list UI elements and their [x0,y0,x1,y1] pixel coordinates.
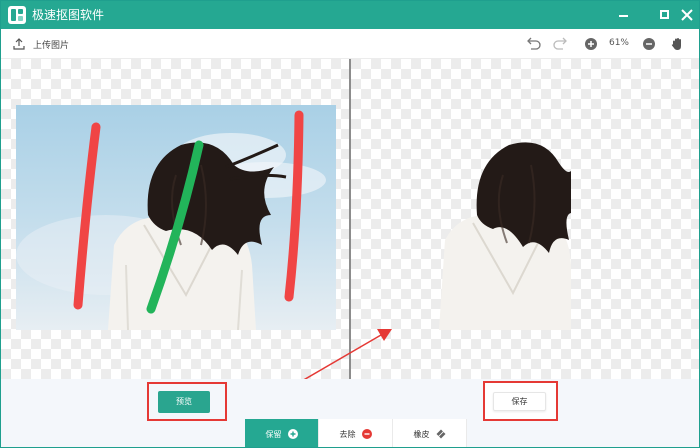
undo-icon [527,37,541,50]
bottom-panel: 预览 保存 保留 去除 橡皮 [1,379,699,447]
save-highlight-frame: 保存 [483,381,558,421]
save-button[interactable]: 保存 [493,392,546,411]
toolbar: 上传图片 61% [1,29,699,59]
mode-eraser-label: 橡皮 [413,429,430,439]
minimize-icon [619,15,628,17]
zoom-level: 61% [608,38,629,48]
mode-keep-label: 保留 [265,429,282,439]
app-window: 极速抠图软件 上传图片 61% 预览 保存 保留 去除 橡皮 [0,0,700,448]
brush-mode-group: 保留 去除 橡皮 [245,419,467,447]
pan-hand-button[interactable] [669,36,685,52]
zoom-in-button[interactable] [583,36,599,52]
eraser-icon [436,429,445,439]
minus-circle-icon [361,429,372,439]
zoom-in-icon [585,38,597,50]
editing-canvas[interactable] [1,59,699,379]
zoom-out-icon [643,38,655,50]
maximize-button[interactable] [655,5,675,25]
close-button[interactable] [677,5,697,25]
upload-icon [13,38,25,50]
minimize-button[interactable] [614,5,634,25]
mode-eraser-button[interactable]: 橡皮 [393,419,467,447]
close-icon [681,9,693,21]
app-logo-icon [8,6,26,24]
redo-button[interactable] [553,36,569,52]
mode-remove-button[interactable]: 去除 [319,419,393,447]
undo-button[interactable] [525,36,541,52]
annotation-arrow [303,329,392,379]
plus-circle-icon [287,429,298,439]
mode-remove-label: 去除 [339,429,356,439]
preview-highlight-frame: 预览 [147,382,227,421]
preview-button[interactable]: 预览 [158,391,210,413]
title-bar: 极速抠图软件 [1,1,699,29]
redo-icon [553,37,567,50]
app-title: 极速抠图软件 [32,8,105,22]
upload-image-button[interactable]: 上传图片 [13,36,69,52]
upload-image-label: 上传图片 [33,40,70,51]
zoom-out-button[interactable] [641,36,657,52]
maximize-icon [660,10,669,19]
mode-keep-button[interactable]: 保留 [245,419,319,447]
hand-icon [671,38,681,50]
